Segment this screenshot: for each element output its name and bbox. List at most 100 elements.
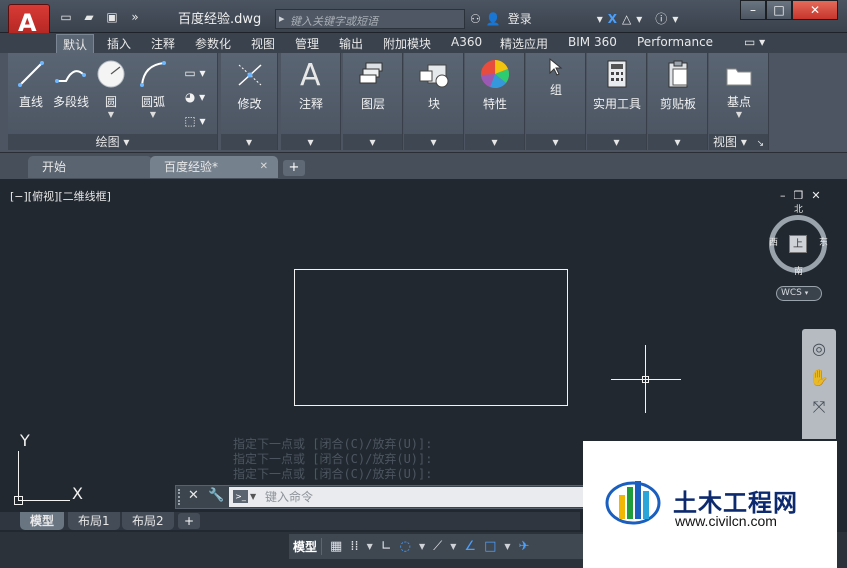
viewport-controls-label[interactable]: [−][俯视][二维线框] xyxy=(10,188,111,204)
tab-performance[interactable]: Performance xyxy=(637,35,713,49)
ribbon-toggle-icon[interactable]: ▭ ▾ xyxy=(744,35,765,49)
chevron-down-icon[interactable]: ▾ xyxy=(343,134,402,150)
steering-wheel-icon[interactable]: ◎ xyxy=(802,339,836,358)
chevron-down-icon[interactable]: ▾ xyxy=(404,134,463,150)
a360-icon[interactable]: △ xyxy=(622,12,631,26)
pan-hand-icon[interactable]: ✋ xyxy=(802,368,836,387)
view-panel[interactable]: 基点 ▼ 视图 ▾ ↘ xyxy=(709,53,769,150)
hatch-icon[interactable]: ◕ ▾ xyxy=(180,85,210,109)
close-button[interactable]: ✕ xyxy=(792,0,838,20)
maximize-button[interactable]: □ xyxy=(766,0,792,20)
tab-bim360[interactable]: BIM 360 xyxy=(568,35,617,49)
search-input[interactable]: 键入关键字或短语 xyxy=(275,9,465,29)
arc-tool[interactable]: 圆弧 ▼ xyxy=(136,59,170,119)
chevron-down-icon[interactable]: ▼ xyxy=(250,487,256,507)
annotation-tool[interactable]: A 注释 xyxy=(281,57,341,112)
polyline-tool[interactable]: 多段线 xyxy=(50,59,92,110)
chevron-down-icon[interactable]: ▼ xyxy=(450,542,456,551)
viewcube[interactable]: 北 南 东 西 上 xyxy=(769,205,828,277)
chevron-down-icon[interactable]: ▾ xyxy=(648,134,707,150)
chevron-down-icon[interactable]: ▾ xyxy=(672,12,678,26)
chevron-down-icon[interactable]: ▾ xyxy=(281,134,340,150)
drag-handle[interactable] xyxy=(178,489,182,505)
object-snap-icon[interactable]: □ xyxy=(484,539,496,554)
ortho-icon[interactable]: ∟ xyxy=(381,539,392,554)
user-icon[interactable]: 👤 xyxy=(486,12,501,26)
minimize-button[interactable]: – xyxy=(740,0,766,20)
tab-featured-apps[interactable]: 精选应用 xyxy=(500,35,548,52)
annotation-panel[interactable]: A 注释 ▾ xyxy=(281,53,341,150)
tab-start[interactable]: 开始 xyxy=(28,156,152,178)
chevron-down-icon[interactable]: ▼ xyxy=(504,542,510,551)
close-viewport-icon[interactable]: ✕ xyxy=(811,189,820,202)
isodraft-icon[interactable]: ⟋ xyxy=(433,539,442,554)
save-icon[interactable]: ▣ xyxy=(104,10,120,24)
clipboard-panel[interactable]: 剪贴板 ▾ xyxy=(648,53,708,150)
tab-drawing[interactable]: 百度经验* ✕ xyxy=(150,156,278,178)
base-tool[interactable]: 基点 ▼ xyxy=(709,63,769,119)
layers-tool[interactable]: 图层 xyxy=(343,59,403,112)
grid-icon[interactable]: ▦ xyxy=(330,539,342,554)
snap-icon[interactable]: ⁞⁞ xyxy=(350,539,358,554)
more-tools-icon[interactable]: » xyxy=(127,10,143,24)
chevron-down-icon[interactable]: ▾ xyxy=(221,134,277,150)
model-space-button[interactable]: 模型 xyxy=(293,538,323,555)
wrench-icon[interactable]: 🔧 xyxy=(208,488,224,503)
binoculars-icon[interactable]: ⚇ xyxy=(470,12,481,26)
tab-view[interactable]: 视图 xyxy=(251,35,275,52)
polar-tracking-icon[interactable]: ◌ xyxy=(400,539,411,554)
command-input[interactable]: >_ ▼ 键入命令 xyxy=(229,487,584,507)
wcs-dropdown[interactable]: WCS ▾ xyxy=(776,286,822,301)
tab-layout1[interactable]: 布局1 xyxy=(68,512,120,530)
chevron-down-icon[interactable]: ▼ xyxy=(419,542,425,551)
chevron-down-icon[interactable]: ▾ xyxy=(465,134,524,150)
annotation-scale-icon[interactable]: ✈ xyxy=(519,539,530,554)
login-button[interactable]: 登录 xyxy=(508,10,532,27)
chevron-down-icon[interactable]: ▼ xyxy=(136,110,170,119)
circle-tool[interactable]: 圆 ▼ xyxy=(96,59,126,119)
chevron-down-icon[interactable]: ▾ xyxy=(526,134,585,150)
open-folder-icon[interactable]: ▰ xyxy=(81,10,97,24)
view-panel-title[interactable]: 视图 ▾ ↘ xyxy=(709,134,768,150)
viewcube-top-face[interactable]: 上 xyxy=(789,235,807,253)
new-file-icon[interactable]: ▭ xyxy=(58,10,74,24)
group-panel[interactable]: 组 ▾ xyxy=(526,53,586,150)
chevron-down-icon[interactable]: ▾ xyxy=(587,134,646,150)
tab-model[interactable]: 模型 xyxy=(20,512,65,530)
add-layout-button[interactable]: + xyxy=(178,513,200,529)
close-tab-icon[interactable]: ✕ xyxy=(260,156,268,178)
line-tool[interactable]: 直线 xyxy=(16,59,46,110)
modify-panel[interactable]: 修改 ▾ xyxy=(221,53,278,150)
chevron-down-icon[interactable]: ▾ xyxy=(636,12,642,26)
tab-addins[interactable]: 附加模块 xyxy=(383,35,431,52)
close-icon[interactable]: ✕ xyxy=(188,488,199,503)
modify-tool[interactable]: 修改 xyxy=(221,59,278,112)
restore-viewport-icon[interactable]: ❐ xyxy=(794,189,804,202)
properties-tool[interactable]: 特性 xyxy=(465,57,525,112)
block-panel[interactable]: 块 ▾ xyxy=(404,53,464,150)
tab-annotate[interactable]: 注释 xyxy=(151,35,175,52)
chevron-down-icon[interactable]: ▼ xyxy=(367,542,373,551)
chevron-down-icon[interactable]: ▾ xyxy=(597,12,603,26)
properties-panel[interactable]: 特性 ▾ xyxy=(465,53,525,150)
layers-panel[interactable]: 图层 ▾ xyxy=(343,53,403,150)
draw-panel-title[interactable]: 绘图 ▾ xyxy=(8,134,217,150)
clipboard-tool[interactable]: 剪贴板 xyxy=(648,59,708,112)
exchange-icon[interactable]: X xyxy=(608,12,617,26)
minimize-viewport-icon[interactable]: – xyxy=(780,189,786,202)
utilities-tool[interactable]: 实用工具 xyxy=(587,59,647,112)
tab-insert[interactable]: 插入 xyxy=(107,35,131,52)
tab-parametric[interactable]: 参数化 xyxy=(195,35,231,52)
drawn-rectangle[interactable] xyxy=(294,269,568,406)
tab-output[interactable]: 输出 xyxy=(339,35,363,52)
chevron-down-icon[interactable]: ▼ xyxy=(709,110,769,119)
new-tab-button[interactable]: + xyxy=(283,160,305,176)
tab-layout2[interactable]: 布局2 xyxy=(122,512,174,530)
zoom-extents-icon[interactable]: ⤧ xyxy=(802,397,836,417)
group-tool[interactable]: 组 xyxy=(526,57,586,98)
help-icon[interactable]: ⓘ xyxy=(655,10,667,27)
object-snap-tracking-icon[interactable]: ∠ xyxy=(464,539,476,554)
rectangle-icon[interactable]: ▭ ▾ xyxy=(180,61,210,85)
boundary-icon[interactable]: ⬚ ▾ xyxy=(180,109,210,133)
tab-manage[interactable]: 管理 xyxy=(295,35,319,52)
